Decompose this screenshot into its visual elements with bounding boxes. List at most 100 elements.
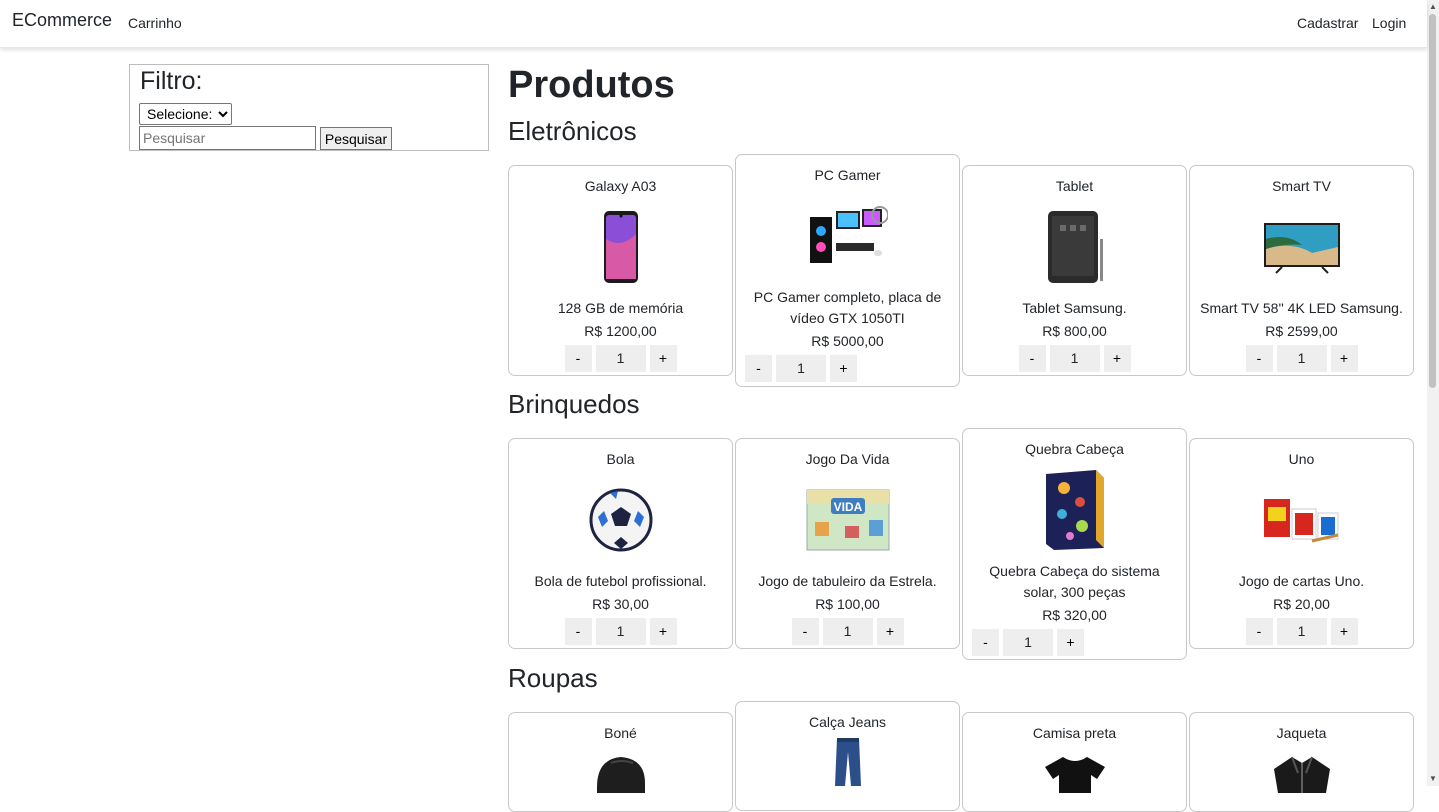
- quantity-stepper: - 1 +: [1190, 345, 1413, 372]
- nav-register-link[interactable]: Cadastrar: [1297, 15, 1358, 31]
- nav-login-link[interactable]: Login: [1372, 15, 1406, 31]
- product-description: Jogo de tabuleiro da Estrela.: [758, 573, 937, 589]
- decrease-quantity-button[interactable]: -: [564, 618, 592, 645]
- increase-quantity-button[interactable]: +: [1330, 345, 1358, 372]
- quantity-value: 1: [1276, 618, 1327, 645]
- quantity-value: 1: [1276, 345, 1327, 372]
- product-description: Bola de futebol profissional.: [534, 573, 707, 589]
- product-description: PC Gamer completo, placa de vídeo GTX 10…: [753, 289, 942, 326]
- product-card-quebra-cabeca: Quebra Cabeça Quebra Cabeça do sistema s…: [962, 428, 1187, 660]
- product-name: Jogo Da Vida: [805, 451, 890, 467]
- section-title-electronics: Eletrônicos: [508, 116, 637, 146]
- product-price: R$ 800,00: [1042, 323, 1107, 339]
- section-title-clothes: Roupas: [508, 663, 598, 693]
- decrease-quantity-button[interactable]: -: [791, 618, 819, 645]
- scroll-thumb[interactable]: [1429, 14, 1436, 388]
- board-game-box-icon: VIDA: [736, 477, 959, 563]
- television-icon: [1190, 204, 1413, 290]
- decrease-quantity-button[interactable]: -: [1245, 618, 1273, 645]
- quantity-value: 1: [776, 355, 826, 382]
- product-name: Tablet: [1055, 178, 1094, 194]
- increase-quantity-button[interactable]: +: [1103, 345, 1131, 372]
- scroll-up-arrow-icon[interactable]: ▲: [1429, 2, 1437, 12]
- increase-quantity-button[interactable]: +: [1057, 629, 1084, 656]
- increase-quantity-button[interactable]: +: [830, 355, 857, 382]
- quantity-stepper: - 1 +: [1190, 618, 1413, 645]
- product-card-camisa-preta: Camisa preta: [962, 712, 1187, 812]
- nav-cart-link[interactable]: Carrinho: [128, 15, 182, 31]
- quantity-value: 1: [1049, 345, 1100, 372]
- product-name: Smart TV: [1272, 178, 1331, 194]
- product-card-bola: Bola Bola de futebol profissional. R$ 30…: [508, 438, 733, 649]
- product-card-galaxy-a03: Galaxy A03 128 GB de memória R$ 1200,00 …: [508, 165, 733, 376]
- quantity-stepper: - 1 +: [509, 345, 732, 372]
- product-card-jaqueta: Jaqueta: [1189, 712, 1414, 812]
- product-name: Boné: [604, 725, 637, 741]
- filter-panel: Filtro: Selecione: Pesquisar: [129, 64, 489, 151]
- scroll-down-arrow-icon[interactable]: ▼: [1429, 774, 1437, 784]
- product-description: Jogo de cartas Uno.: [1238, 573, 1365, 589]
- svg-text:VIDA: VIDA: [833, 500, 862, 514]
- product-name: Quebra Cabeça: [1025, 441, 1124, 457]
- product-card-tablet: Tablet Tablet Samsung. R$ 800,00 - 1 +: [962, 165, 1187, 376]
- cap-icon: [509, 753, 732, 811]
- product-card-uno: Uno Jogo de cartas Uno. R$ 20,00 - 1 +: [1189, 438, 1414, 649]
- product-name: Jaqueta: [1276, 725, 1327, 741]
- product-name: Calça Jeans: [808, 714, 887, 730]
- product-card-calca-jeans: Calça Jeans: [735, 701, 960, 811]
- quantity-stepper: - 1 +: [736, 618, 959, 645]
- quantity-value: 1: [595, 345, 646, 372]
- tshirt-icon: [963, 753, 1186, 811]
- increase-quantity-button[interactable]: +: [876, 618, 904, 645]
- product-price: R$ 30,00: [592, 596, 649, 612]
- jeans-icon: [736, 736, 959, 810]
- quantity-stepper: - 1 +: [963, 345, 1186, 372]
- increase-quantity-button[interactable]: +: [649, 345, 677, 372]
- decrease-quantity-button[interactable]: -: [564, 345, 592, 372]
- navbar: ECommerce Carrinho Cadastrar Login: [0, 0, 1427, 48]
- category-select[interactable]: Selecione:: [139, 103, 232, 125]
- card-game-icon: [1190, 477, 1413, 563]
- quantity-stepper: - 1 +: [736, 355, 959, 382]
- quantity-value: 1: [822, 618, 873, 645]
- quantity-stepper: - 1 +: [509, 618, 732, 645]
- quantity-value: 1: [595, 618, 646, 645]
- product-card-bone: Boné: [508, 712, 733, 812]
- filter-title: Filtro:: [140, 67, 203, 95]
- product-card-jogo-da-vida: Jogo Da Vida VIDA Jogo de tabuleiro da E…: [735, 438, 960, 649]
- brand-link[interactable]: ECommerce: [12, 10, 112, 31]
- product-price: R$ 1200,00: [584, 323, 657, 339]
- page-title: Produtos: [508, 64, 675, 106]
- product-description: Quebra Cabeça do sistema solar, 300 peça…: [989, 563, 1160, 600]
- page-scrollbar[interactable]: ▲ ▼: [1427, 0, 1439, 786]
- product-description: Smart TV 58'' 4K LED Samsung.: [1200, 300, 1403, 316]
- product-price: R$ 320,00: [1042, 607, 1107, 623]
- product-name: PC Gamer: [814, 167, 881, 183]
- product-price: R$ 5000,00: [811, 333, 884, 349]
- product-card-smart-tv: Smart TV Smart TV 58'' 4K LED Samsung. R…: [1189, 165, 1414, 376]
- product-description: 128 GB de memória: [557, 300, 684, 316]
- quantity-value: 1: [1003, 629, 1053, 656]
- product-name: Uno: [1288, 451, 1315, 467]
- product-price: R$ 20,00: [1273, 596, 1330, 612]
- decrease-quantity-button[interactable]: -: [972, 629, 999, 656]
- puzzle-box-icon: [963, 467, 1186, 553]
- increase-quantity-button[interactable]: +: [649, 618, 677, 645]
- product-price: R$ 2599,00: [1265, 323, 1338, 339]
- decrease-quantity-button[interactable]: -: [1018, 345, 1046, 372]
- increase-quantity-button[interactable]: +: [1330, 618, 1358, 645]
- smartphone-icon: [509, 204, 732, 290]
- search-input[interactable]: [139, 126, 316, 150]
- product-card-pc-gamer: PC Gamer PC Gamer completo, placa de víd…: [735, 154, 960, 387]
- soccer-ball-icon: [509, 477, 732, 563]
- section-title-toys: Brinquedos: [508, 389, 640, 419]
- search-button[interactable]: Pesquisar: [320, 127, 392, 150]
- quantity-stepper: - 1 +: [963, 629, 1186, 656]
- decrease-quantity-button[interactable]: -: [745, 355, 772, 382]
- product-name: Bola: [606, 451, 635, 467]
- decrease-quantity-button[interactable]: -: [1245, 345, 1273, 372]
- jacket-icon: [1190, 753, 1413, 811]
- desktop-computer-icon: [736, 193, 959, 279]
- product-price: R$ 100,00: [815, 596, 880, 612]
- product-name: Galaxy A03: [584, 178, 657, 194]
